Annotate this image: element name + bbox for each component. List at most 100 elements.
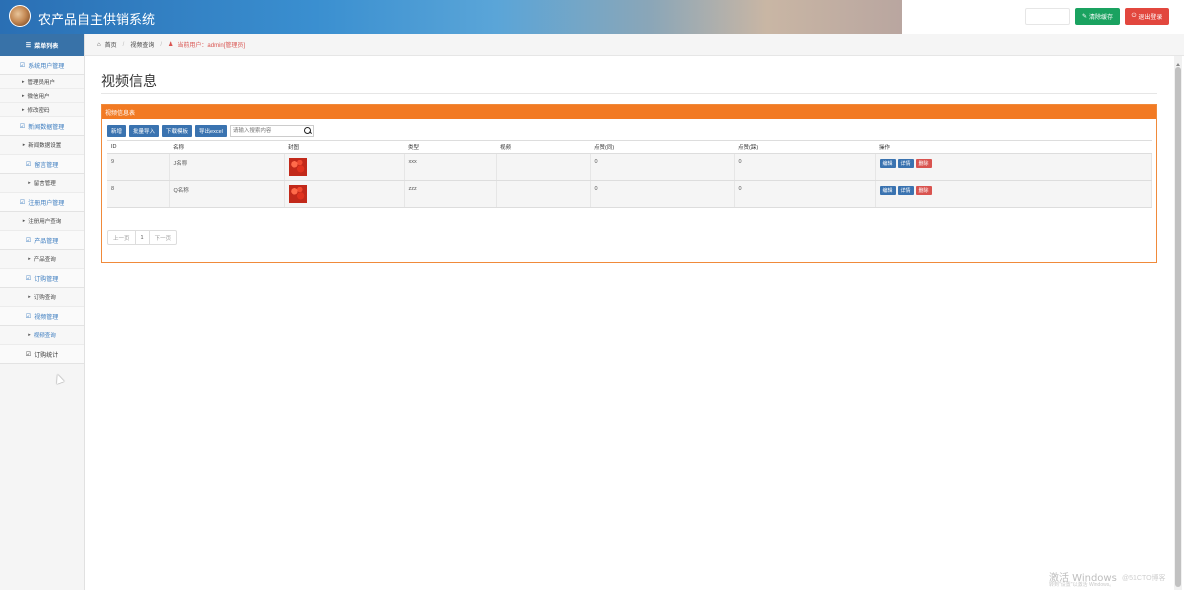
sidebar-item-label: 视频查询 (33, 333, 56, 339)
batch-import-button[interactable]: 批量导入 (129, 125, 160, 137)
caret-right-icon: ▸ (22, 78, 25, 85)
cell-likes: 0 (590, 180, 735, 208)
breadcrumb-current: 视频查询 (130, 43, 155, 49)
current-user: 当前用户：admin[管理员] (177, 43, 246, 49)
cell-id: 8 (107, 180, 170, 208)
clear-cache-button[interactable]: ✎ 清除缓存 (1075, 8, 1120, 25)
search-input[interactable] (230, 126, 303, 136)
sidebar-item-label: 留言管理 (33, 181, 56, 187)
cover-image[interactable] (288, 185, 307, 203)
edit-icon: ☑ (25, 237, 32, 244)
delete-button[interactable]: 删除 (915, 159, 932, 168)
logout-label: 退出登录 (1138, 15, 1163, 21)
scroll-thumb[interactable] (1175, 67, 1181, 587)
detail-button[interactable]: 详情 (897, 186, 914, 195)
col-video: 视频 (496, 140, 590, 154)
edit-icon: ☑ (19, 123, 26, 130)
sidebar-group-videos[interactable]: ☑ 视频管理 (0, 307, 84, 326)
col-likes: 点赞(同) (590, 140, 734, 154)
sidebar-group-label: 视频管理 (34, 314, 59, 321)
cell-cover (284, 180, 405, 208)
cell-name: Q名称 (169, 180, 285, 208)
col-cover: 封图 (284, 140, 404, 154)
cell-cover (284, 153, 405, 181)
user-icon: ♟ (168, 42, 174, 48)
breadcrumb-separator: / (122, 41, 125, 48)
sidebar-item-label: 产品查询 (33, 257, 56, 263)
edit-icon: ☑ (19, 199, 26, 206)
sidebar-item-change-password[interactable]: ▸ 修改密码 (0, 103, 84, 117)
sidebar-group-order-stats[interactable]: ☑ 订购统计 (0, 345, 84, 364)
title-divider (101, 93, 1157, 94)
video-table: ID 名称 封图 类型 视频 点赞(同) 点赞(踩) 操作 9 J名称 xxx … (107, 140, 1152, 208)
prev-page-button[interactable]: 上一页 (108, 231, 136, 244)
edit-button[interactable]: 编辑 (879, 159, 896, 168)
cell-video (496, 180, 591, 208)
sidebar-item-label: 修改密码 (27, 107, 50, 114)
sidebar-item-wechat-users[interactable]: ▸ 微信用户 (0, 89, 84, 103)
col-type: 类型 (404, 140, 496, 154)
caret-right-icon: ▸ (22, 218, 26, 224)
sidebar-group-orders[interactable]: ☑ 订购管理 (0, 269, 84, 288)
sidebar-group-label: 新闻数据管理 (28, 124, 65, 131)
table-header-row: ID 名称 封图 类型 视频 点赞(同) 点赞(踩) 操作 (107, 140, 1152, 154)
sidebar-group-news[interactable]: ☑ 新闻数据管理 (0, 117, 84, 136)
detail-button[interactable]: 详情 (897, 159, 914, 168)
search-box (229, 125, 314, 137)
cell-type: zzz (404, 180, 497, 208)
sidebar: ☰ 菜单列表 ☑ 系统用户管理 ▸ 管理员用户 ▸ 微信用户 ▸ 修改密码 ☑ 新闻数… (0, 34, 85, 590)
col-dislikes: 点赞(踩) (734, 140, 875, 154)
vertical-scrollbar[interactable] (1174, 56, 1182, 590)
sidebar-item-admin-users[interactable]: ▸ 管理员用户 (0, 75, 84, 89)
caret-right-icon: ▸ (22, 142, 26, 148)
video-panel: 视频信息表 新增 批量导入 下载模板 导出excel ID 名称 封图 类型 视… (101, 104, 1157, 263)
cell-likes: 0 (590, 153, 735, 181)
edit-icon: ☑ (25, 313, 32, 320)
row-actions: 编辑 详情 删除 (879, 186, 1152, 195)
sidebar-item-registered-query[interactable]: ▸ 注册用户查询 (0, 212, 84, 231)
app-title: 农产品自主供销系统 (38, 13, 156, 28)
logout-button[interactable]: ⏻ 退出登录 (1125, 8, 1169, 25)
add-button[interactable]: 新增 (107, 125, 127, 137)
cell-dislikes: 0 (734, 180, 876, 208)
sidebar-item-video-query[interactable]: ▸ 视频查询 (0, 326, 84, 345)
page-title: 视频信息 (101, 74, 157, 90)
cell-id: 9 (107, 153, 170, 181)
page-number[interactable]: 1 (136, 231, 150, 244)
breadcrumb-home[interactable]: 首页 (105, 40, 117, 49)
sidebar-group-system-users[interactable]: ☑ 系统用户管理 (0, 56, 84, 75)
panel-title: 视频信息表 (102, 105, 1156, 119)
sidebar-item-label: 微信用户 (27, 93, 50, 100)
sidebar-item-news-settings[interactable]: ▸ 新闻数据设置 (0, 136, 84, 155)
sidebar-group-registered-users[interactable]: ☑ 注册用户管理 (0, 193, 84, 212)
menu-list-icon: ☰ (25, 42, 32, 49)
sidebar-item-product-query[interactable]: ▸ 产品查询 (0, 250, 84, 269)
export-excel-button[interactable]: 导出excel (195, 125, 227, 137)
sidebar-group-label: 订购统计 (34, 352, 59, 359)
cell-actions: 编辑 详情 删除 (875, 180, 1152, 208)
col-id: ID (107, 140, 169, 154)
header-ghost-button[interactable] (1025, 8, 1070, 25)
top-header: 农产品自主供销系统 ✎ 清除缓存 ⏻ 退出登录 (0, 0, 1184, 34)
cover-image[interactable] (288, 158, 307, 176)
search-icon[interactable] (303, 126, 313, 136)
edit-button[interactable]: 编辑 (879, 186, 896, 195)
pagination: 上一页 1 下一页 (107, 230, 178, 245)
next-page-button[interactable]: 下一页 (150, 231, 177, 244)
menu-header: ☰ 菜单列表 (0, 34, 84, 56)
site-watermark: @51CTO博客 (1122, 575, 1166, 582)
sidebar-item-message-admin[interactable]: ▸ 留言管理 (0, 174, 84, 193)
sidebar-item-label: 订购查询 (33, 295, 56, 301)
edit-icon: ☑ (25, 351, 32, 358)
sidebar-group-products[interactable]: ☑ 产品管理 (0, 231, 84, 250)
scroll-up-icon[interactable] (1174, 58, 1182, 66)
sidebar-item-order-query[interactable]: ▸ 订购查询 (0, 288, 84, 307)
delete-button[interactable]: 删除 (915, 186, 932, 195)
sidebar-group-label: 留言管理 (34, 162, 59, 169)
sidebar-item-label: 管理员用户 (27, 79, 56, 86)
windows-activation-hint: 转到"设置"以激活 Windows。 (1049, 582, 1115, 588)
sidebar-group-messages[interactable]: ☑ 留言管理 (0, 155, 84, 174)
download-template-button[interactable]: 下载模板 (162, 125, 193, 137)
cell-name: J名称 (169, 153, 285, 181)
breadcrumb: ⌂ 首页 / 视频查询 / ♟ 当前用户：admin[管理员] (85, 34, 1184, 56)
